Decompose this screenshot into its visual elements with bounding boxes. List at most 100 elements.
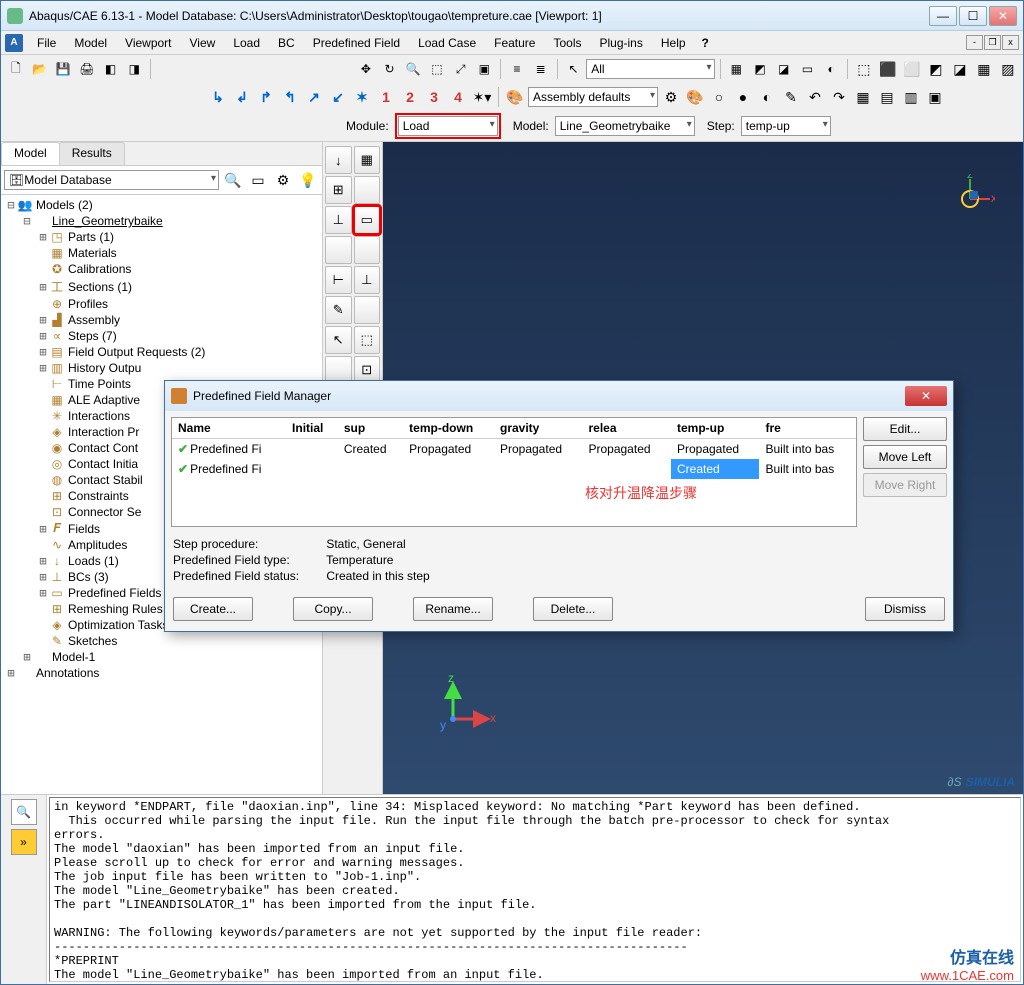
delete-button[interactable]: Delete...: [533, 597, 613, 621]
render-shade-icon[interactable]: ◪: [773, 58, 795, 80]
minimize-button[interactable]: —: [929, 6, 957, 26]
step-dropdown[interactable]: temp-up: [741, 116, 831, 136]
view-3-button[interactable]: 3: [423, 86, 445, 108]
fit-icon[interactable]: ⤢: [450, 58, 472, 80]
csys-y-button[interactable]: ↱: [255, 86, 277, 108]
toolbar-misc-6-icon[interactable]: ↶: [804, 86, 826, 108]
autofit-icon[interactable]: ▣: [473, 58, 495, 80]
close-button[interactable]: ✕: [989, 6, 1017, 26]
menu-bc[interactable]: BC: [270, 33, 303, 53]
display-cube-5-icon[interactable]: ▦: [973, 58, 995, 80]
persp-icon[interactable]: ▭: [797, 58, 819, 80]
message-log[interactable]: in keyword *ENDPART, file "daoxian.inp",…: [49, 797, 1021, 982]
toolbar-misc-5-icon[interactable]: ✎: [780, 86, 802, 108]
new-icon[interactable]: 🗋: [5, 58, 27, 80]
create-button[interactable]: Create...: [173, 597, 253, 621]
menu-load-case[interactable]: Load Case: [410, 33, 484, 53]
display-cube-6-icon[interactable]: ▨: [997, 58, 1019, 80]
tree-collapse-icon[interactable]: ▭: [247, 169, 269, 191]
display-cube-4-icon[interactable]: ◪: [949, 58, 971, 80]
table-row[interactable]: ✔Predefined FiCreatedBuilt into bas: [172, 459, 856, 479]
move-left-button[interactable]: Move Left: [863, 445, 947, 469]
db2-icon[interactable]: ◨: [123, 58, 145, 80]
edit-button[interactable]: Edit...: [863, 417, 947, 441]
menu-view[interactable]: View: [182, 33, 224, 53]
dismiss-button[interactable]: Dismiss: [865, 597, 945, 621]
light-icon[interactable]: ◐: [820, 58, 842, 80]
toolbox-btn-1[interactable]: ▦: [354, 146, 381, 174]
tree-tip-icon[interactable]: 💡: [297, 169, 319, 191]
csys-y2-button[interactable]: ↰: [279, 86, 301, 108]
view-4-button[interactable]: 4: [447, 86, 469, 108]
table-row[interactable]: ✔Predefined FiCreatedPropagatedPropagate…: [172, 439, 856, 460]
model-dropdown[interactable]: Line_Geometrybaike: [555, 116, 695, 136]
tree-item-29[interactable]: ⊞Annotations: [1, 665, 322, 681]
save-icon[interactable]: 💾: [52, 58, 74, 80]
csys-x2-button[interactable]: ↲: [231, 86, 253, 108]
toolbar-misc-4-icon[interactable]: ◐: [756, 86, 778, 108]
zoom-icon[interactable]: 🔍: [402, 58, 424, 80]
tree-item-0[interactable]: ⊟👥Models (2): [1, 197, 322, 213]
toolbar-misc-10-icon[interactable]: ▥: [900, 86, 922, 108]
toolbox-btn-0[interactable]: ↓: [325, 146, 352, 174]
lines2-icon[interactable]: ≣: [530, 58, 552, 80]
color-scheme-dropdown[interactable]: Assembly defaults: [528, 87, 658, 107]
tree-item-8[interactable]: ⊞∝Steps (7): [1, 328, 322, 344]
tree-source-dropdown[interactable]: 🗄 Model Database: [4, 170, 219, 190]
color-palette-icon[interactable]: 🎨: [504, 86, 526, 108]
csys-x-button[interactable]: ↳: [207, 86, 229, 108]
render-hidden-icon[interactable]: ◩: [749, 58, 771, 80]
tree-settings-icon[interactable]: ⚙: [272, 169, 294, 191]
tree-item-1[interactable]: ⊟Line_Geometrybaike: [1, 213, 322, 229]
toolbar-misc-1-icon[interactable]: 🎨: [684, 86, 706, 108]
view-2-button[interactable]: 2: [399, 86, 421, 108]
view-1-button[interactable]: 1: [375, 86, 397, 108]
vp-restore-button[interactable]: ❐: [984, 35, 1001, 50]
tree-item-28[interactable]: ⊞Model-1: [1, 649, 322, 665]
toolbar-misc-8-icon[interactable]: ▦: [852, 86, 874, 108]
vp-close-button[interactable]: x: [1002, 35, 1019, 50]
tree-item-2[interactable]: ⊞◳Parts (1): [1, 229, 322, 245]
csys-menu-icon[interactable]: ✶▾: [471, 86, 493, 108]
copy-button[interactable]: Copy...: [293, 597, 373, 621]
toolbox-btn-3[interactable]: [354, 176, 381, 204]
tab-model[interactable]: Model: [1, 142, 60, 165]
tree-item-27[interactable]: ✎Sketches: [1, 633, 322, 649]
toolbar-misc-0-icon[interactable]: ⚙: [660, 86, 682, 108]
menu-tools[interactable]: Tools: [545, 33, 589, 53]
toolbox-btn-6[interactable]: [325, 236, 352, 264]
csys-z-button[interactable]: ↗: [303, 86, 325, 108]
tree-item-4[interactable]: ✪Calibrations: [1, 261, 322, 277]
tab-results[interactable]: Results: [59, 142, 125, 165]
menu-load[interactable]: Load: [225, 33, 268, 53]
display-cube-2-icon[interactable]: ⬜: [901, 58, 923, 80]
print-icon[interactable]: 🖨: [76, 58, 98, 80]
pan-icon[interactable]: ✥: [355, 58, 377, 80]
csys-iso-button[interactable]: ✶: [351, 86, 373, 108]
menu-plugins[interactable]: Plug-ins: [592, 33, 651, 53]
tree-item-3[interactable]: ▦Materials: [1, 245, 322, 261]
menu-help[interactable]: Help: [653, 33, 694, 53]
tree-item-5[interactable]: ⊞工Sections (1): [1, 277, 322, 296]
toolbox-btn-4[interactable]: ⊥: [325, 206, 352, 234]
tree-item-6[interactable]: ⊕Profiles: [1, 296, 322, 312]
toolbox-btn-12[interactable]: ↖: [325, 326, 352, 354]
menu-file[interactable]: File: [29, 33, 64, 53]
lines1-icon[interactable]: ≡: [506, 58, 528, 80]
vp-minimize-button[interactable]: -: [966, 35, 983, 50]
rename-button[interactable]: Rename...: [413, 597, 493, 621]
db-icon[interactable]: ◧: [100, 58, 122, 80]
toolbox-btn-7[interactable]: [354, 236, 381, 264]
context-help-icon[interactable]: ?: [702, 36, 709, 50]
tree-item-9[interactable]: ⊞▤Field Output Requests (2): [1, 344, 322, 360]
toolbox-btn-8[interactable]: ⊢: [325, 266, 352, 294]
toolbox-btn-9[interactable]: ⊥: [354, 266, 381, 294]
menu-feature[interactable]: Feature: [486, 33, 543, 53]
render-wire-icon[interactable]: ▦: [726, 58, 748, 80]
toolbar-misc-11-icon[interactable]: ▣: [924, 86, 946, 108]
toolbar-misc-9-icon[interactable]: ▤: [876, 86, 898, 108]
menu-model[interactable]: Model: [66, 33, 115, 53]
toolbox-btn-10[interactable]: ✎: [325, 296, 352, 324]
boxzoom-icon[interactable]: ⬚: [426, 58, 448, 80]
dialog-close-button[interactable]: ✕: [905, 386, 947, 406]
